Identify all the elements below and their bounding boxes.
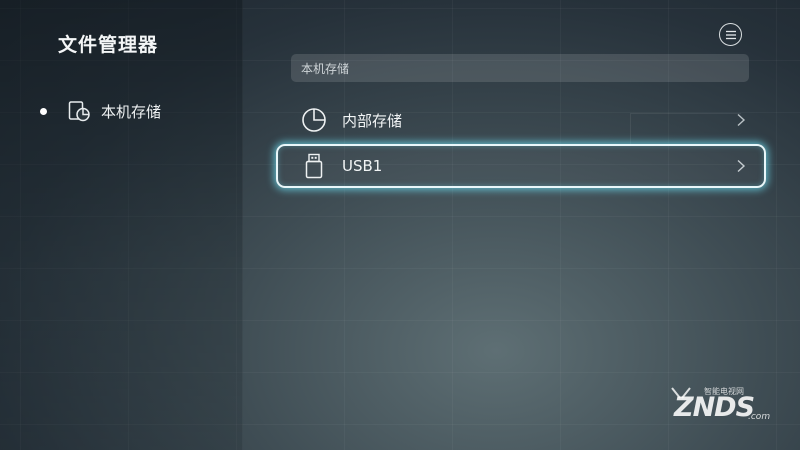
watermark-brand: ZNDS	[674, 392, 755, 423]
location-path: 本机存储	[301, 61, 350, 76]
sidebar-item-local-storage[interactable]: 本机存储	[40, 96, 161, 126]
storage-item-usb1[interactable]: USB1	[276, 144, 766, 188]
storage-item-label: 内部存储	[342, 111, 403, 130]
watermark-domain: .com	[748, 412, 771, 422]
chevron-right-icon	[737, 113, 746, 127]
storage-chart-icon	[68, 101, 90, 122]
znds-watermark: 智能电视网 ZNDS .com	[666, 386, 778, 432]
menu-button[interactable]	[719, 23, 742, 46]
app-title: 文件管理器	[58, 34, 159, 56]
sidebar: 文件管理器 本机存储	[0, 0, 243, 450]
storage-item-label: USB1	[342, 157, 383, 175]
sidebar-item-label: 本机存储	[101, 102, 162, 121]
selected-dot-indicator	[40, 107, 47, 115]
usb-drive-icon	[305, 153, 323, 179]
chevron-right-icon	[737, 159, 746, 173]
location-bar: 本机存储	[291, 54, 749, 82]
storage-item-internal[interactable]: 内部存储	[276, 98, 766, 142]
hamburger-menu-icon	[725, 30, 736, 39]
pie-chart-icon	[302, 108, 326, 132]
